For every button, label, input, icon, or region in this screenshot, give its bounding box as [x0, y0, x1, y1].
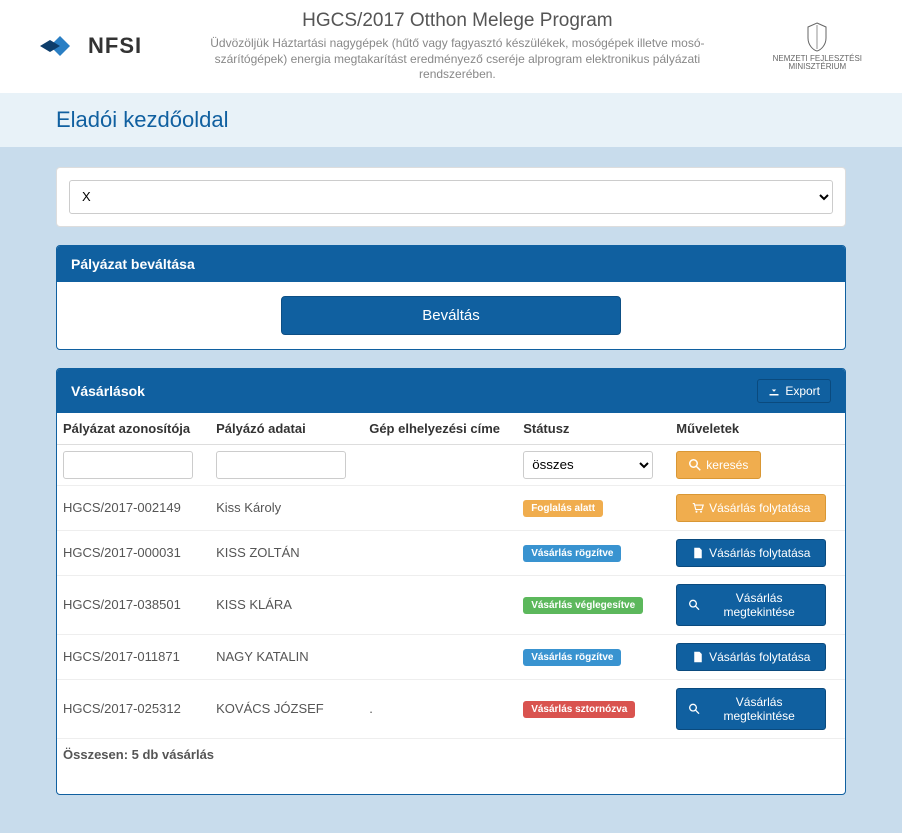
row-action-button[interactable]: Vásárlás megtekintése — [676, 688, 826, 730]
nfsi-logo-icon — [40, 32, 80, 60]
status-badge: Vásárlás rögzítve — [523, 649, 621, 666]
row-action-button[interactable]: Vásárlás folytatása — [676, 539, 826, 567]
row-action-button[interactable]: Vásárlás folytatása — [676, 643, 826, 671]
purchases-table: Pályázat azonosítója Pályázó adatai Gép … — [57, 413, 845, 794]
search-button[interactable]: keresés — [676, 451, 761, 479]
cell-id: HGCS/2017-025312 — [57, 679, 210, 738]
redeem-panel-header: Pályázat beváltása — [57, 246, 845, 282]
cell-action: Vásárlás folytatása — [670, 634, 845, 679]
redeem-button[interactable]: Beváltás — [281, 296, 621, 335]
cart-icon — [692, 502, 704, 514]
cell-status: Vásárlás véglegesítve — [517, 575, 670, 634]
search-icon — [689, 703, 700, 715]
store-select[interactable]: X — [69, 180, 833, 214]
header-title: HGCS/2017 Otthon Melege Program — [162, 10, 753, 32]
filter-applicant-input[interactable] — [216, 451, 346, 479]
cell-address: . — [363, 679, 517, 738]
col-id: Pályázat azonosítója — [57, 413, 210, 445]
cell-status: Vásárlás rögzítve — [517, 634, 670, 679]
cell-action: Vásárlás folytatása — [670, 485, 845, 530]
header-center: HGCS/2017 Otthon Melege Program Üdvözölj… — [162, 10, 753, 83]
cell-status: Vásárlás sztornózva — [517, 679, 670, 738]
cell-address — [363, 634, 517, 679]
cell-applicant: KOVÁCS JÓZSEF — [210, 679, 363, 738]
header-subtitle: Üdvözöljük Háztartási nagygépek (hűtő va… — [177, 36, 737, 83]
ministry-line2: MINISZTÉRIUM — [773, 63, 862, 71]
logo: NFSI — [40, 32, 142, 60]
export-icon — [768, 385, 780, 397]
cell-status: Foglalás alatt — [517, 485, 670, 530]
col-actions: Műveletek — [670, 413, 845, 445]
cell-applicant: KISS ZOLTÁN — [210, 530, 363, 575]
col-address: Gép elhelyezési címe — [363, 413, 517, 445]
table-row: HGCS/2017-011871NAGY KATALIN Vásárlás rög… — [57, 634, 845, 679]
cell-address — [363, 575, 517, 634]
cell-address — [363, 530, 517, 575]
page-title: Eladói kezdőoldal — [56, 107, 846, 133]
store-select-panel: X — [56, 167, 846, 227]
file-icon — [692, 547, 704, 559]
filter-status-select[interactable]: összes — [523, 451, 653, 479]
purchases-panel: Vásárlások Export Pályázat azonosítója P… — [56, 368, 846, 795]
table-row: HGCS/2017-000031KISS ZOLTÁN Vásárlás rögz… — [57, 530, 845, 575]
cell-action: Vásárlás megtekintése — [670, 679, 845, 738]
status-badge: Vásárlás véglegesítve — [523, 597, 643, 614]
file-icon — [692, 651, 704, 663]
cell-applicant: NAGY KATALIN — [210, 634, 363, 679]
purchases-title: Vásárlások — [71, 383, 145, 399]
cell-applicant: KISS KLÁRA — [210, 575, 363, 634]
cell-address — [363, 485, 517, 530]
ministry-block: NEMZETI FEJLESZTÉSI MINISZTÉRIUM — [773, 22, 862, 71]
cell-id: HGCS/2017-011871 — [57, 634, 210, 679]
search-icon — [689, 599, 700, 611]
page-title-bar: Eladói kezdőoldal — [0, 93, 902, 147]
app-header: NFSI HGCS/2017 Otthon Melege Program Üdv… — [0, 0, 902, 93]
cell-applicant: Kiss Károly — [210, 485, 363, 530]
export-button[interactable]: Export — [757, 379, 831, 403]
row-action-button[interactable]: Vásárlás folytatása — [676, 494, 826, 522]
col-applicant: Pályázó adatai — [210, 413, 363, 445]
status-badge: Vásárlás rögzítve — [523, 545, 621, 562]
redeem-panel: Pályázat beváltása Beváltás — [56, 245, 846, 350]
cell-action: Vásárlás folytatása — [670, 530, 845, 575]
col-status: Státusz — [517, 413, 670, 445]
status-badge: Foglalás alatt — [523, 500, 603, 517]
table-row: HGCS/2017-002149Kiss Károly Foglalás alat… — [57, 485, 845, 530]
filter-id-input[interactable] — [63, 451, 193, 479]
cell-id: HGCS/2017-002149 — [57, 485, 210, 530]
row-action-button[interactable]: Vásárlás megtekintése — [676, 584, 826, 626]
status-badge: Vásárlás sztornózva — [523, 701, 635, 718]
summary-cell: Összesen: 5 db vásárlás — [57, 738, 845, 770]
cell-action: Vásárlás megtekintése — [670, 575, 845, 634]
logo-text: NFSI — [88, 33, 142, 59]
search-icon — [689, 459, 701, 471]
table-row: HGCS/2017-038501KISS KLÁRA Vásárlás végle… — [57, 575, 845, 634]
purchases-panel-header: Vásárlások Export — [57, 369, 845, 413]
cell-id: HGCS/2017-038501 — [57, 575, 210, 634]
cell-id: HGCS/2017-000031 — [57, 530, 210, 575]
crest-icon — [806, 22, 828, 52]
cell-status: Vásárlás rögzítve — [517, 530, 670, 575]
table-row: HGCS/2017-025312KOVÁCS JÓZSEF. Vásárlás s… — [57, 679, 845, 738]
